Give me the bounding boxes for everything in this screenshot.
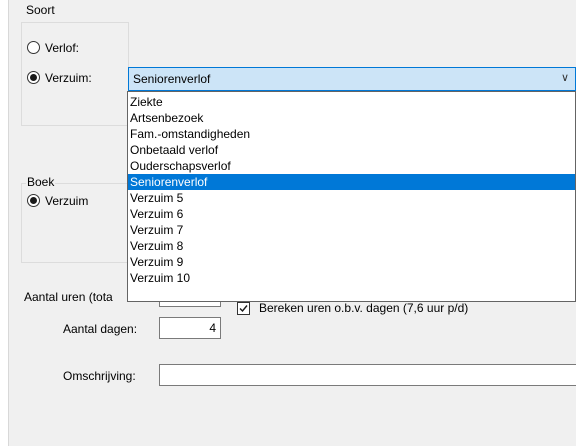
dropdown-option[interactable]: Ouderschapsverlof: [128, 158, 575, 174]
bereken-checkbox[interactable]: [237, 302, 250, 315]
verzuim-type-dropdown[interactable]: Ziekte Artsenbezoek Fam.-omstandigheden Onb…: [127, 91, 576, 302]
soort-legend: Soort: [25, 3, 56, 17]
checkmark-icon: [239, 305, 248, 313]
verzuim-label[interactable]: Verzuim:: [45, 71, 92, 85]
verlof-label[interactable]: Verlof:: [45, 41, 79, 55]
boek-verzuim-radio[interactable]: [27, 194, 40, 207]
bereken-label[interactable]: Bereken uren o.b.v. dagen (7,6 uur p/d): [259, 301, 468, 315]
dropdown-option[interactable]: Verzuim 8: [128, 238, 575, 254]
omschrijving-input[interactable]: [159, 364, 576, 386]
dropdown-option[interactable]: Ziekte: [128, 94, 575, 110]
dropdown-option[interactable]: Verzuim 9: [128, 254, 575, 270]
dropdown-option[interactable]: Verzuim 5: [128, 190, 575, 206]
verlof-radio[interactable]: [27, 41, 40, 54]
dropdown-option[interactable]: Seniorenverlof: [128, 174, 575, 190]
combo-selected-value: Seniorenverlof: [133, 72, 211, 86]
dropdown-option[interactable]: Onbetaald verlof: [128, 142, 575, 158]
boek-verzuim-label[interactable]: Verzuim: [45, 194, 88, 208]
aantal-dagen-label: Aantal dagen:: [63, 322, 138, 336]
aantal-dagen-value: 4: [209, 321, 216, 335]
dropdown-option[interactable]: Verzuim 7: [128, 222, 575, 238]
omschrijving-label: Omschrijving:: [63, 369, 136, 383]
dropdown-option[interactable]: Verzuim 6: [128, 206, 575, 222]
verzuim-type-combo[interactable]: Seniorenverlof ∨: [128, 67, 576, 91]
dropdown-option[interactable]: Artsenbezoek: [128, 110, 575, 126]
verzuim-radio[interactable]: [27, 71, 40, 84]
dropdown-option[interactable]: Fam.-omstandigheden: [128, 126, 575, 142]
aantal-uren-label: Aantal uren (tota: [24, 290, 113, 304]
boek-legend: Boek: [26, 175, 56, 189]
aantal-dagen-input[interactable]: 4: [159, 317, 221, 339]
chevron-down-icon[interactable]: ∨: [561, 71, 569, 84]
dropdown-option[interactable]: Verzuim 10: [128, 270, 575, 286]
